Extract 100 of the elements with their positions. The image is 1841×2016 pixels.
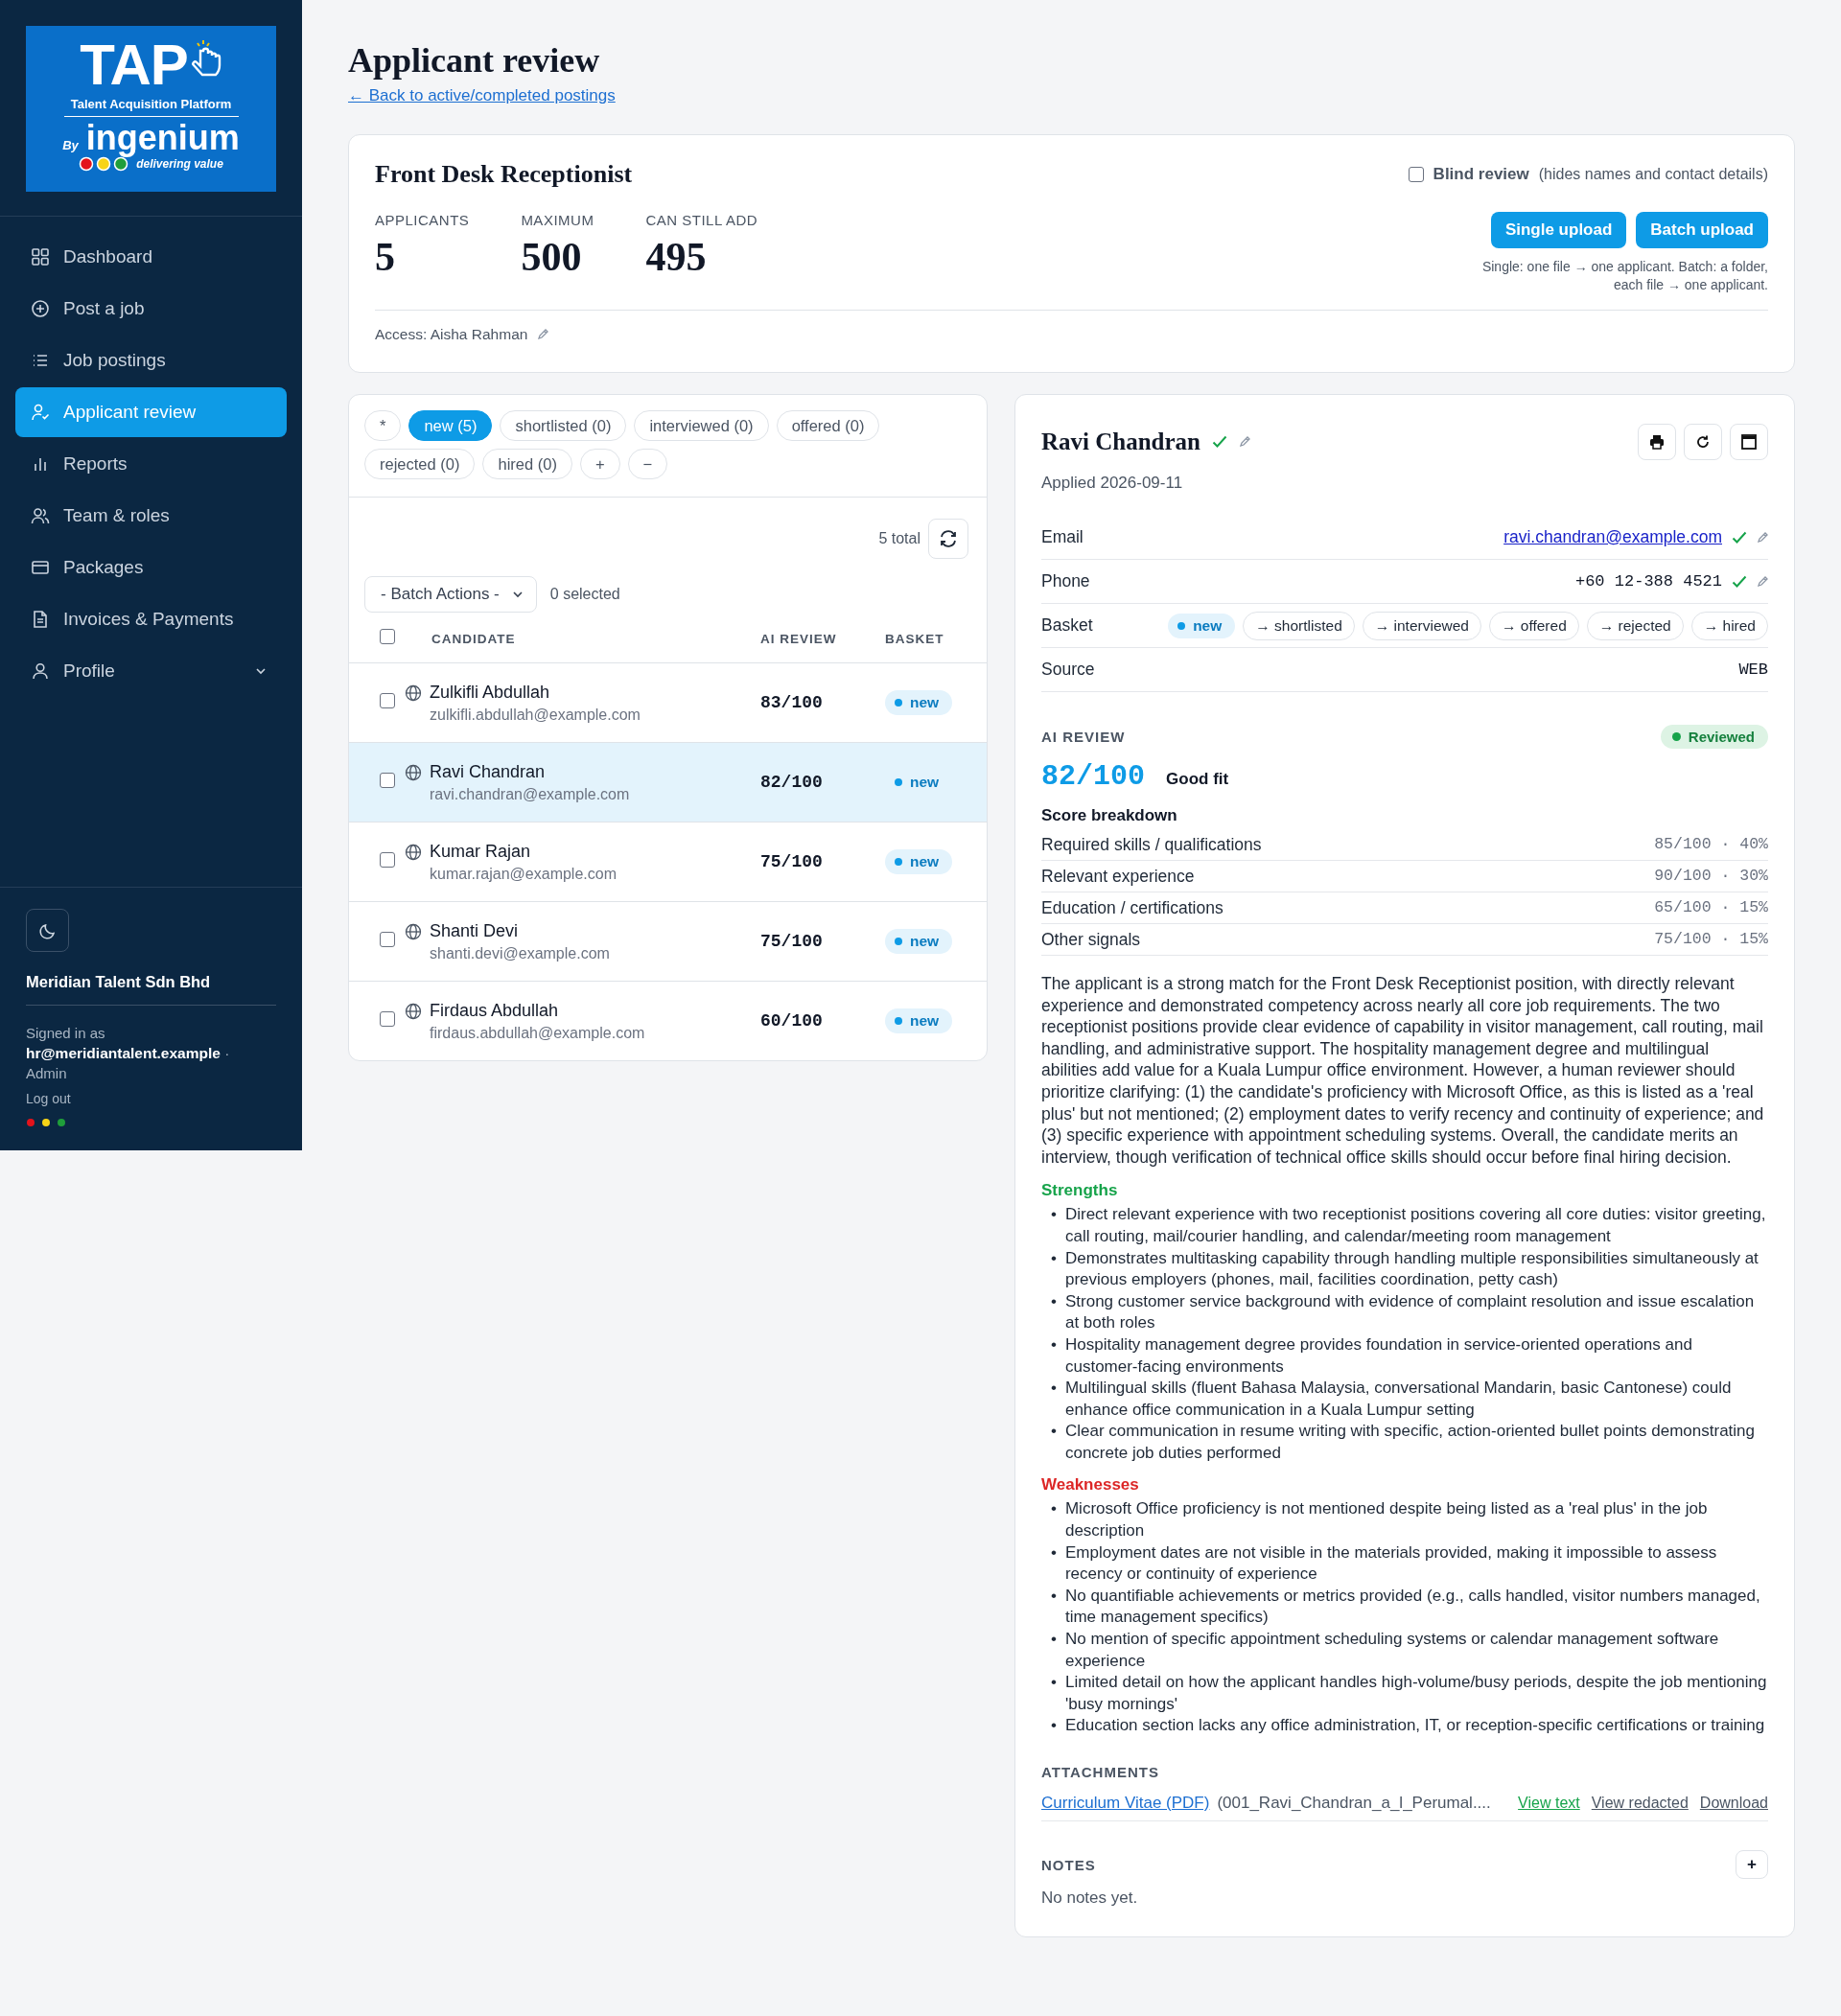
add-note-button[interactable]: + — [1736, 1850, 1768, 1879]
phone-number: +60 12-388 4521 — [1574, 572, 1722, 591]
status-badge: Reviewed — [1660, 725, 1768, 749]
candidate-email: firdaus.abdullah@example.com — [430, 1024, 645, 1042]
back-link[interactable]: ← Back to active/completed postings — [348, 86, 616, 105]
bullet: • — [1051, 1247, 1057, 1269]
window-icon — [1740, 433, 1758, 451]
bullet: • — [1051, 1421, 1057, 1443]
filter-chip[interactable]: * — [364, 410, 402, 441]
applicant-row[interactable]: Shanti Devi shanti.devi@example.com 75/100 new — [349, 902, 987, 982]
field-label: Source — [1041, 660, 1095, 680]
refresh-icon — [938, 528, 959, 549]
total-count: 5 total — [878, 530, 920, 547]
globe-icon — [405, 684, 422, 702]
stat-label: APPLICANTS — [375, 212, 470, 228]
weakness-item: Limited detail on how the applicant handles high-volume/busy periods, despite the job mentioning 'busy mornings' — [1064, 1672, 1768, 1715]
globe-icon — [405, 763, 422, 781]
user-icon — [31, 661, 50, 681]
bullet: • — [1051, 1204, 1057, 1226]
row-checkbox[interactable] — [380, 1011, 395, 1027]
nav-item[interactable]: Packages — [15, 543, 287, 592]
nav-item[interactable]: Dashboard — [15, 232, 287, 282]
breakdown-value: 85/100 · 40% — [1654, 835, 1768, 855]
move-button[interactable]: → interviewed — [1362, 611, 1481, 640]
applicant-row[interactable]: Firdaus Abdullah firdaus.abdullah@example.com 60/100 new — [349, 982, 987, 1060]
move-button[interactable]: → shortlisted — [1243, 611, 1355, 640]
document-icon — [31, 610, 50, 629]
nav-item[interactable]: Invoices & Payments — [15, 594, 287, 644]
ai-score: 75/100 — [760, 852, 824, 871]
weakness-item: Employment dates are not visible in the materials provided, making it impossible to assess recency or continuity of experience — [1064, 1541, 1718, 1586]
move-button[interactable]: → rejected — [1586, 611, 1684, 640]
strengths-heading: Strengths — [1041, 1181, 1119, 1201]
strength-item: Clear communication in resume writing with specific, action-oriented bullet points demonstrating concrete job duties performed — [1064, 1421, 1756, 1464]
access-text: Access: Aisha Rahman — [375, 326, 528, 343]
filter-chip[interactable]: offered (0) — [776, 410, 880, 441]
candidate-name: Firdaus Abdullah — [430, 1000, 560, 1021]
pencil-icon[interactable] — [1239, 436, 1250, 448]
column-header: CANDIDATE — [431, 631, 517, 646]
move-button[interactable]: → offered — [1488, 611, 1579, 640]
weakness-item: No quantifiable achievements or metrics provided (e.g., calls handled, visitor numbers managed, time management specifics) — [1064, 1585, 1761, 1629]
basket-badge: new — [885, 690, 953, 715]
job-title: Front Desk Receptionist — [375, 160, 633, 189]
theme-toggle-button[interactable] — [26, 909, 69, 952]
breakdown-label: Relevant experience — [1041, 867, 1195, 887]
applicant-row[interactable]: Ravi Chandran ravi.chandran@example.com 82/100 new — [349, 743, 987, 823]
logo-tagline: delivering value — [136, 157, 223, 171]
applied-date: Applied 2026-09-11 — [1041, 474, 1184, 493]
globe-icon — [405, 1002, 422, 1020]
weakness-item: Education section lacks any office administration, IT, or reception-specific certifications or training — [1064, 1715, 1765, 1737]
email-link[interactable]: ravi.chandran@example.com — [1503, 527, 1722, 547]
user-role: Admin — [26, 1064, 67, 1083]
nav-item[interactable]: Team & roles — [15, 491, 287, 541]
row-checkbox[interactable] — [380, 693, 395, 708]
ai-score: 75/100 — [760, 932, 824, 951]
select-all-checkbox[interactable] — [380, 629, 395, 644]
maximize-button[interactable] — [1730, 424, 1768, 460]
nav-item[interactable]: Reports — [15, 439, 287, 489]
filter-chip[interactable]: hired (0) — [482, 449, 572, 479]
row-checkbox[interactable] — [380, 932, 395, 947]
candidate-name: Kumar Rajan — [430, 841, 532, 862]
move-button[interactable]: → hired — [1690, 611, 1768, 640]
review-summary: The applicant is a strong match for the Front Desk Receptionist position, with directly relevant experience and demonstrated competency across nearly all core job requirements. The two receptionist positions provide clear evidence of capability in visitor management, call routing, mail handling, and administrative support. The hospitality management degree and multilingual abilities add value for a Kuala Lumpur office environment. However, a human reviewer should prioritize clarifying: (1) the candidate's proficiency with Microsoft Office, as this is listed as a 'real plus' but not mentioned; (2) employment dates to verify recency and continuity of experience; and (3) specific experience with appointment scheduling systems. Overall, the candidate merits an interview, though verification of technical office skills should occur before final hiring decision. — [1041, 973, 1765, 1169]
company-name: Meridian Talent Sdn Bhd — [26, 973, 211, 991]
users-icon — [31, 506, 50, 525]
nav-item[interactable]: Post a job — [15, 284, 287, 334]
filter-chip[interactable]: rejected (0) — [364, 449, 476, 479]
filter-chip[interactable]: − — [627, 449, 668, 479]
pencil-icon[interactable] — [1757, 531, 1768, 544]
candidate-email: kumar.rajan@example.com — [430, 865, 617, 883]
blind-review-checkbox[interactable] — [1408, 167, 1424, 182]
grid-icon — [31, 247, 50, 266]
applicant-row[interactable]: Kumar Rajan kumar.rajan@example.com 75/100 new — [349, 823, 987, 902]
refresh-button[interactable] — [928, 519, 968, 559]
basket-badge: new — [885, 849, 953, 874]
bullet: • — [1051, 1585, 1057, 1607]
reload-button[interactable] — [1684, 424, 1722, 460]
nav-item[interactable]: Job postings — [15, 336, 287, 385]
row-checkbox[interactable] — [380, 773, 395, 788]
logo-title: TAP — [80, 35, 188, 95]
candidate-email: zulkifli.abdullah@example.com — [430, 706, 641, 724]
filter-chip[interactable]: interviewed (0) — [634, 410, 769, 441]
pencil-icon[interactable] — [537, 329, 549, 340]
pencil-icon[interactable] — [1757, 575, 1768, 588]
print-button[interactable] — [1638, 424, 1676, 460]
bullet: • — [1051, 1290, 1057, 1312]
attachment-action-link[interactable]: View redacted — [1591, 1795, 1689, 1812]
batch-actions-dropdown[interactable]: - Batch Actions - — [364, 576, 537, 613]
printer-icon — [1648, 433, 1666, 451]
filter-chip[interactable]: + — [579, 449, 620, 479]
field-label: Basket — [1041, 615, 1093, 636]
user-email: hr@meridiantalent.example — [26, 1045, 221, 1061]
logout-link[interactable]: Log out — [26, 1091, 71, 1106]
signed-in-label: Signed in as — [26, 1024, 105, 1043]
row-checkbox[interactable] — [380, 852, 395, 868]
attachment-link[interactable]: Curriculum Vitae (PDF) — [1041, 1794, 1210, 1813]
attachment-action-link[interactable]: Download — [1699, 1795, 1768, 1812]
filter-chip[interactable]: shortlisted (0) — [500, 410, 627, 441]
nav-item[interactable]: Profile — [15, 646, 287, 696]
basket-badge: new — [885, 929, 953, 954]
candidate-name: Ravi Chandran — [430, 761, 547, 782]
